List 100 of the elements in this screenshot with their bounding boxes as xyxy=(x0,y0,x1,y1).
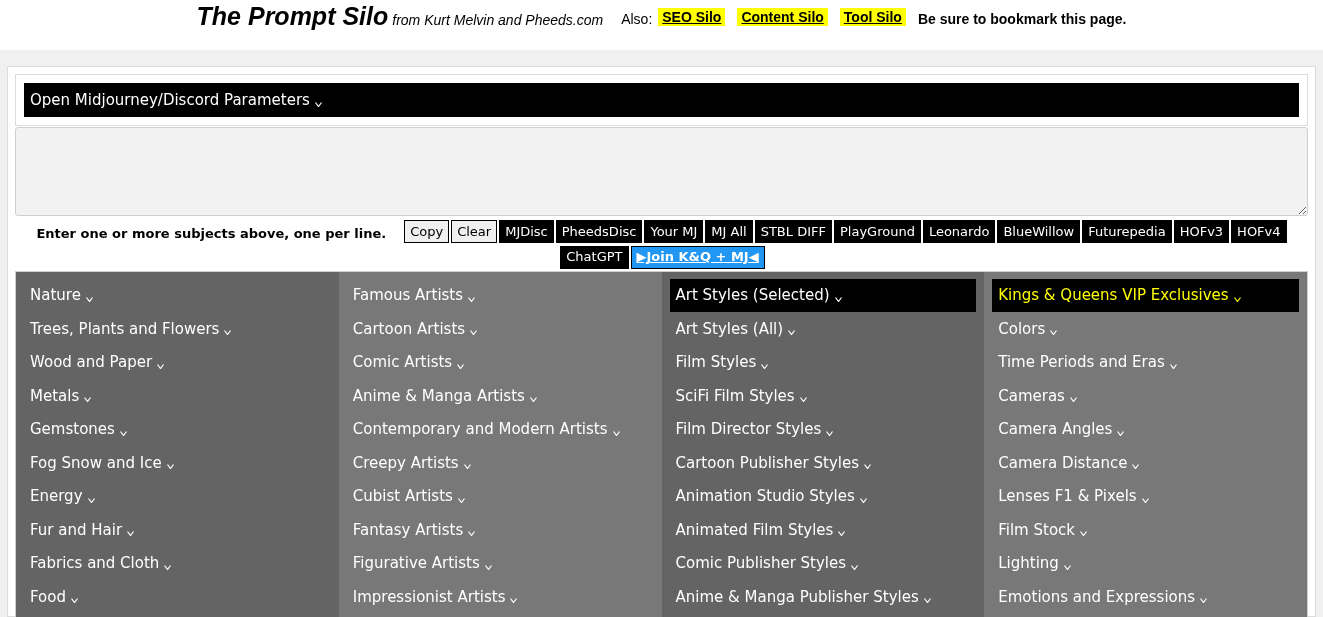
caret-icon xyxy=(164,564,172,570)
category-item[interactable]: Time Periods and Eras xyxy=(992,345,1299,379)
caret-icon xyxy=(851,564,859,570)
bookmark-note: Be sure to bookmark this page. xyxy=(917,10,1127,29)
caret-icon xyxy=(510,598,518,604)
caret-icon xyxy=(1132,464,1140,470)
caret-icon xyxy=(1117,430,1125,436)
tool-button[interactable]: PlayGround xyxy=(833,220,921,243)
category-item[interactable]: Lighting xyxy=(992,546,1299,580)
caret-icon xyxy=(1050,330,1058,336)
caret-icon xyxy=(1141,497,1149,503)
caret-icon xyxy=(457,363,465,369)
category-item[interactable]: Figurative Artists xyxy=(346,546,654,580)
category-item[interactable]: Anime & Manga Artists xyxy=(346,379,654,413)
site-link[interactable]: Content Silo xyxy=(737,8,828,26)
tool-button[interactable]: Futurepedia xyxy=(1082,220,1172,243)
category-item[interactable]: Metals xyxy=(24,379,331,413)
caret-icon xyxy=(166,464,174,470)
category-item[interactable]: Famous Artists xyxy=(346,278,654,312)
category-item[interactable]: Cartoon Artists xyxy=(346,312,654,346)
category-item[interactable]: Energy xyxy=(24,479,331,513)
caret-icon xyxy=(863,464,871,470)
category-item[interactable]: Fantasy Artists xyxy=(346,513,654,547)
caret-icon xyxy=(127,531,135,537)
category-item[interactable]: Nature xyxy=(24,278,331,312)
tool-button[interactable]: Copy xyxy=(404,220,450,243)
category-item[interactable]: Cubist Artists xyxy=(346,479,654,513)
instruction-text: Enter one or more subjects above, one per line. xyxy=(36,225,387,243)
caret-icon xyxy=(838,531,846,537)
tool-button[interactable]: ChatGPT xyxy=(560,245,629,269)
category-item[interactable]: Wood and Paper xyxy=(24,345,331,379)
tool-button[interactable]: STBL DIFF xyxy=(754,220,832,243)
parameters-toggle[interactable]: Open Midjourney/Discord Parameters xyxy=(24,83,1299,117)
category-item[interactable]: Animation Studio Styles xyxy=(669,479,977,513)
caret-icon xyxy=(923,598,931,604)
tool-button[interactable]: BlueWillow xyxy=(997,220,1081,243)
site-link[interactable]: SEO Silo xyxy=(658,8,726,26)
tool-button[interactable]: Leonardo xyxy=(922,220,996,243)
category-item[interactable]: Film Styles xyxy=(669,345,977,379)
caret-icon xyxy=(314,101,322,107)
tool-button[interactable]: MJDisc xyxy=(499,220,554,243)
caret-icon xyxy=(468,296,476,302)
caret-icon xyxy=(157,363,165,369)
byline: from Kurt Melvin and Pheeds.com xyxy=(392,11,604,30)
category-item[interactable]: Art Styles (Selected) xyxy=(669,278,977,312)
category-item[interactable]: Comic Publisher Styles xyxy=(669,546,977,580)
category-item[interactable]: Film Director Styles xyxy=(669,412,977,446)
tool-button[interactable]: HOFv4 xyxy=(1231,220,1287,243)
tool-button[interactable]: HOFv3 xyxy=(1173,220,1230,243)
caret-icon xyxy=(788,330,796,336)
tool-button[interactable]: Your MJ xyxy=(644,220,704,243)
caret-icon xyxy=(468,531,476,537)
category-item[interactable]: Camera Distance xyxy=(992,446,1299,480)
caret-icon xyxy=(470,330,478,336)
caret-icon xyxy=(529,397,537,403)
category-item[interactable]: Trees, Plants and Flowers xyxy=(24,312,331,346)
caret-icon xyxy=(799,397,807,403)
category-item[interactable]: Kings & Queens VIP Exclusives xyxy=(992,278,1299,312)
caret-icon xyxy=(463,464,471,470)
category-item[interactable]: Lenses F1 & Pixels xyxy=(992,479,1299,513)
category-item[interactable]: Fog Snow and Ice xyxy=(24,446,331,480)
caret-icon xyxy=(1069,397,1077,403)
category-item[interactable]: Comic Artists xyxy=(346,345,654,379)
tool-button[interactable]: Clear xyxy=(451,220,498,243)
category-item[interactable]: Colors xyxy=(992,312,1299,346)
category-item[interactable]: Impressionist Artists xyxy=(346,580,654,614)
caret-icon xyxy=(612,430,620,436)
join-link-button[interactable]: ▶Join K&Q + MJ◀ xyxy=(630,245,765,269)
caret-icon xyxy=(1080,531,1087,537)
caret-icon xyxy=(1233,296,1241,302)
subjects-field[interactable] xyxy=(15,127,1308,216)
category-item[interactable]: Camera Angles xyxy=(992,412,1299,446)
tool-button[interactable]: PheedsDisc xyxy=(555,220,643,243)
category-item[interactable]: Gemstones xyxy=(24,412,331,446)
site-link[interactable]: Tool Silo xyxy=(839,8,906,26)
category-item[interactable]: Creepy Artists xyxy=(346,446,654,480)
category-item[interactable]: Emotions and Expressions xyxy=(992,580,1299,614)
category-item[interactable]: Film Stock xyxy=(992,513,1299,547)
category-item[interactable]: Art Styles (All) xyxy=(669,312,977,346)
category-item[interactable]: Animated Film Styles xyxy=(669,513,977,547)
caret-icon xyxy=(85,296,93,302)
caret-icon xyxy=(1063,564,1071,570)
caret-icon xyxy=(119,430,127,436)
caret-icon xyxy=(761,363,769,369)
caret-icon xyxy=(87,497,95,503)
category-item[interactable]: Fabrics and Cloth xyxy=(24,546,331,580)
category-item[interactable]: Contemporary and Modern Artists xyxy=(346,412,654,446)
category-item[interactable]: Cartoon Publisher Styles xyxy=(669,446,977,480)
category-item[interactable]: SciFi Film Styles xyxy=(669,379,977,413)
category-item[interactable]: Anime & Manga Publisher Styles xyxy=(669,580,977,614)
category-item[interactable]: Cameras xyxy=(992,379,1299,413)
category-item[interactable]: Fur and Hair xyxy=(24,513,331,547)
caret-icon xyxy=(834,296,842,302)
category-item[interactable]: Food xyxy=(24,580,331,614)
tool-button[interactable]: MJ All xyxy=(705,220,753,243)
caret-icon xyxy=(224,330,232,336)
caret-icon xyxy=(484,564,492,570)
caret-icon xyxy=(1169,363,1177,369)
caret-icon xyxy=(826,430,834,436)
caret-icon xyxy=(71,598,78,604)
